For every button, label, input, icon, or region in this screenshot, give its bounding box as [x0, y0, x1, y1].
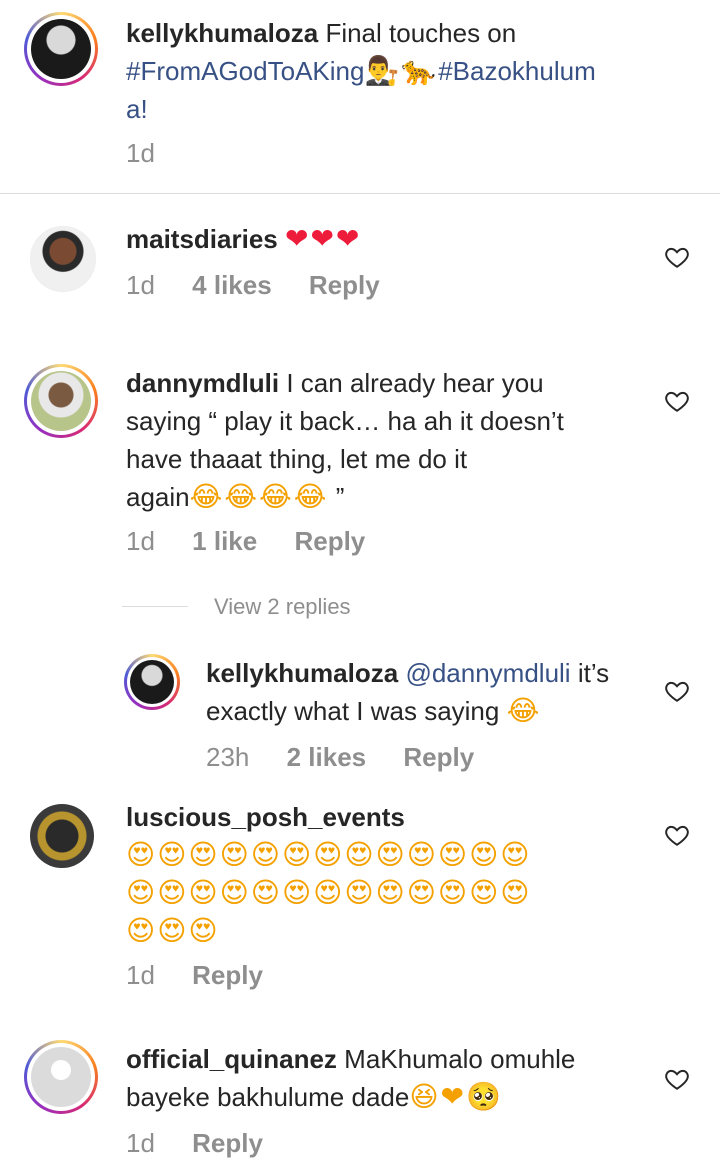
reply-button[interactable]: Reply — [403, 742, 474, 772]
comment-username[interactable]: official_quinanez — [126, 1044, 337, 1074]
comment-emoji: 😍😍😍😍😍😍😍😍😍😍😍😍😍 — [126, 838, 532, 871]
comment-text: I can already hear you — [286, 368, 544, 398]
comment-emoji: 😍😍😍 — [126, 914, 220, 947]
reply-button[interactable]: Reply — [309, 270, 380, 300]
default-avatar-head — [51, 1060, 71, 1080]
comment-emoji: 😆❤🥺 — [409, 1080, 503, 1113]
comment-time: 1d — [126, 960, 155, 990]
avatar-ring[interactable] — [24, 1040, 98, 1114]
heart-outline-icon[interactable] — [664, 244, 690, 270]
comment-username[interactable]: maitsdiaries — [126, 224, 278, 254]
reply-time: 23h — [206, 742, 250, 772]
reply-button[interactable]: Reply — [294, 526, 365, 556]
heart-outline-icon[interactable] — [664, 678, 690, 704]
caption-time: 1d — [126, 138, 155, 168]
comment-username[interactable]: dannymdluli — [126, 368, 279, 398]
reply-text: exactly what I was saying — [206, 696, 500, 726]
avatar[interactable] — [30, 804, 94, 868]
hashtag-link[interactable]: #FromAGodToAKing — [126, 56, 364, 86]
reply-likes[interactable]: 2 likes — [287, 742, 367, 772]
comment-time: 1d — [126, 270, 155, 300]
comment-time: 1d — [126, 1128, 155, 1158]
reply-button[interactable]: Reply — [192, 1128, 263, 1158]
comment-emoji: 😍😍😍😍😍😍😍😍😍😍😍😍😍 — [126, 876, 532, 909]
avatar — [31, 371, 91, 431]
heart-outline-icon[interactable] — [664, 1066, 690, 1092]
comment-text: ” — [328, 482, 345, 512]
comment-text: MaKhumalo omuhle — [344, 1044, 576, 1074]
comment-text: saying “ play it back… ha ah it doesn’t — [126, 406, 564, 436]
hashtag-link[interactable]: #Bazokhulum — [438, 56, 596, 86]
avatar-ring[interactable] — [124, 654, 180, 710]
thread-line — [122, 606, 188, 607]
caption-username[interactable]: kellykhumaloza — [126, 18, 318, 48]
comment-text: have thaaat thing, let me do it — [126, 444, 468, 474]
mention-link[interactable]: @dannymdluli — [405, 658, 570, 688]
avatar — [31, 19, 91, 79]
comment-emoji: 😂😂😂😂 — [189, 480, 329, 513]
avatar[interactable] — [30, 226, 96, 292]
comment-username[interactable]: luscious_posh_events — [126, 802, 405, 832]
avatar — [130, 660, 174, 704]
comment-text: again — [126, 482, 190, 512]
view-replies-button[interactable]: View 2 replies — [214, 594, 351, 620]
comment-time: 1d — [126, 526, 155, 556]
reply-button[interactable]: Reply — [192, 960, 263, 990]
caption-emoji: 👨‍⚖️🐆 — [364, 54, 439, 87]
reply-username[interactable]: kellykhumaloza — [206, 658, 398, 688]
reply-emoji: 😂 — [506, 694, 542, 727]
avatar-ring[interactable] — [24, 364, 98, 438]
comment-emoji: ❤❤❤ — [284, 222, 362, 255]
reply-text: it’s — [577, 658, 610, 688]
hashtag-link-continued[interactable]: a! — [126, 94, 148, 124]
heart-outline-icon[interactable] — [664, 388, 690, 414]
comment-likes[interactable]: 4 likes — [192, 270, 272, 300]
caption-avatar-ring[interactable] — [24, 12, 98, 86]
heart-outline-icon[interactable] — [664, 822, 690, 848]
comment-text: bayeke bakhulume dade — [126, 1082, 410, 1112]
comment-likes[interactable]: 1 like — [192, 526, 257, 556]
divider — [0, 193, 720, 194]
caption-text: Final touches on — [325, 18, 517, 48]
